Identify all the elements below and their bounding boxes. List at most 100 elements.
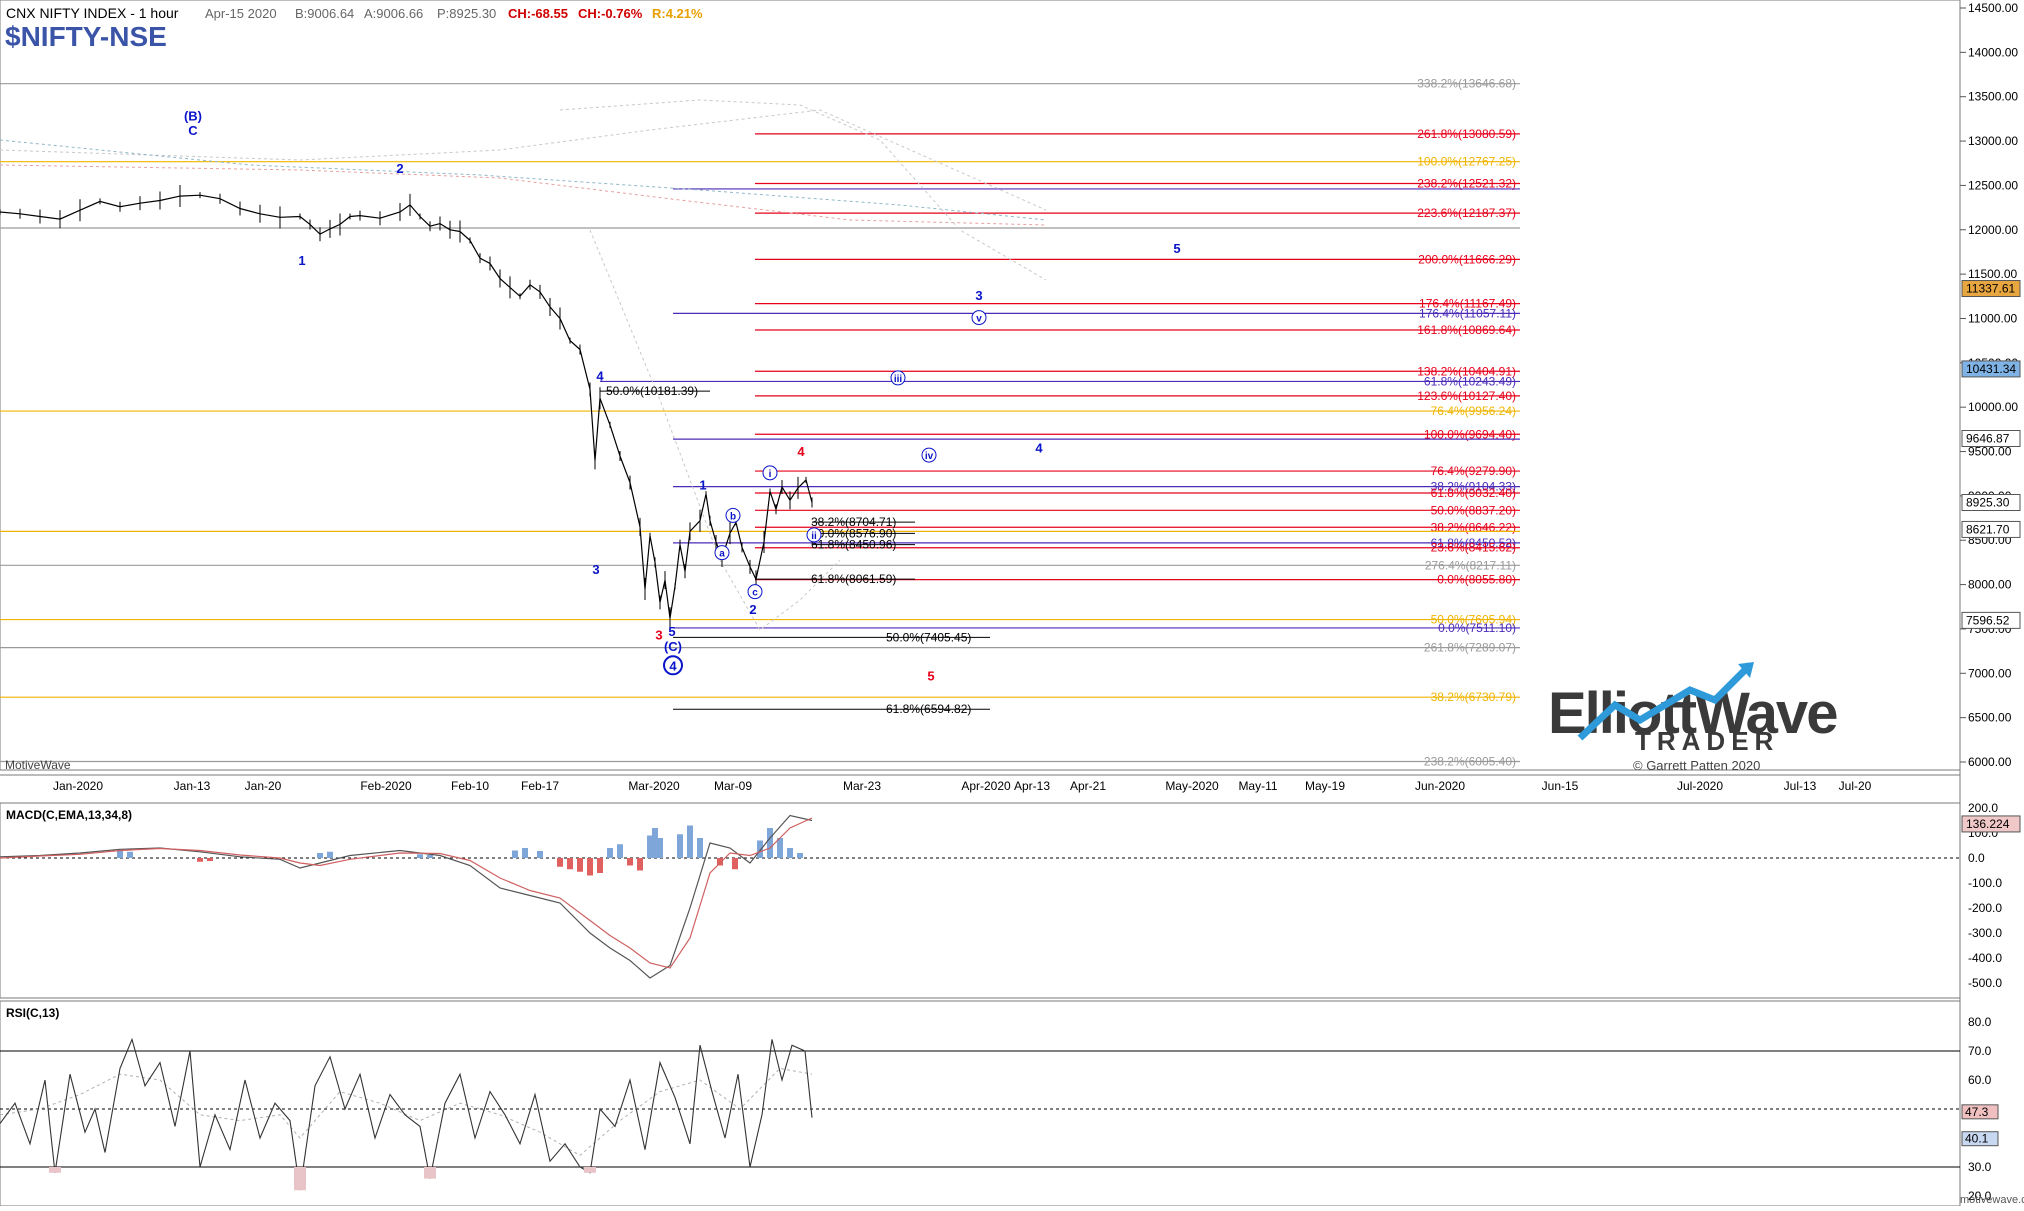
macd-histogram-bar xyxy=(617,844,623,858)
wave-label: 2 xyxy=(396,161,403,176)
chart-stage: 338.2%(13646.68) 261.8%(13080.59) 100.0%(1… xyxy=(0,0,2024,1207)
macd-value-label: 136.224 xyxy=(1966,817,2010,831)
wave-label: 3 xyxy=(975,288,982,303)
macd-histogram-bar xyxy=(767,828,773,858)
fib-level-label: 238.2%(6005.40) xyxy=(1424,755,1516,769)
wave-circle-label: i xyxy=(769,469,772,480)
macd-y-tick-label: -500.0 xyxy=(1968,976,2002,990)
symbol-name: $NIFTY-NSE xyxy=(5,21,167,52)
retrace-label: 50.0%(10181.39) xyxy=(606,384,698,398)
macd-histogram-bar xyxy=(427,855,433,858)
rsi-oversold-fill xyxy=(49,1167,61,1173)
fib-level-label: 61.8%(10243.49) xyxy=(1424,374,1516,388)
x-tick-label: May-11 xyxy=(1238,779,1277,793)
wave-circle-label: b xyxy=(730,511,736,522)
fib-level-label: 276.4%(8217.11) xyxy=(1425,558,1516,572)
wave-label: 4 xyxy=(596,369,604,384)
rsi-title: RSI(C,13) xyxy=(6,1006,59,1020)
macd-histogram-bar xyxy=(567,858,573,870)
rsi-value-label: 47.3 xyxy=(1965,1105,1989,1119)
fib-level-label: 76.4%(9279.90) xyxy=(1431,464,1516,478)
price-box-label: 8925.30 xyxy=(1966,496,2010,510)
wave-label: (B) xyxy=(184,109,202,124)
macd-histogram-bar xyxy=(777,838,783,858)
y-tick-label: 14000.00 xyxy=(1968,45,2018,59)
wave-label: 5 xyxy=(668,624,675,639)
wave-label: 1 xyxy=(298,253,305,268)
x-tick-label: May-19 xyxy=(1305,779,1345,793)
macd-histogram-bar xyxy=(597,858,603,873)
fib-level-label: 338.2%(13646.68) xyxy=(1417,77,1516,91)
y-tick-label: 13500.00 xyxy=(1968,90,2018,104)
fib-level-label: 61.8%(9032.40) xyxy=(1431,486,1516,500)
wave-label: 3 xyxy=(592,562,599,577)
macd-histogram-bar xyxy=(577,858,583,872)
fib-level-label: 38.2%(6730.79) xyxy=(1431,690,1516,704)
y-tick-label: 14500.00 xyxy=(1968,1,2018,15)
macd-histogram-bar xyxy=(127,851,133,858)
macd-histogram-bar xyxy=(522,848,528,858)
wave-label: 4 xyxy=(1035,440,1043,455)
macd-y-tick-label: -400.0 xyxy=(1968,951,2002,965)
macd-histogram-bar xyxy=(607,848,613,858)
wave-label: 5 xyxy=(927,668,934,683)
quote-ask: A:9006.66 xyxy=(364,6,423,21)
quote-change-pct: CH:-0.76% xyxy=(578,6,643,21)
y-tick-label: 12500.00 xyxy=(1968,178,2018,192)
rsi-y-tick-label: 70.0 xyxy=(1968,1044,1992,1058)
fib-level-label: 123.6%(10127.40) xyxy=(1417,389,1516,403)
price-box-label: 9646.87 xyxy=(1966,432,2010,446)
fib-level-label: 38.2%(8646.22) xyxy=(1431,520,1516,534)
y-tick-label: 11000.00 xyxy=(1968,311,2017,325)
quote-range: R:4.21% xyxy=(652,6,703,21)
fib-level-label: 23.6%(8415.62) xyxy=(1431,541,1516,555)
x-tick-label: Feb-17 xyxy=(521,779,559,793)
macd-y-tick-label: -200.0 xyxy=(1968,901,2002,915)
macd-histogram-bar xyxy=(317,853,323,858)
quote-bid: B:9006.64 xyxy=(295,6,354,21)
x-tick-label: Jul-13 xyxy=(1784,779,1817,793)
y-tick-label: 7000.00 xyxy=(1968,666,2012,680)
macd-histogram-bar xyxy=(787,848,793,858)
price-box-label: 11337.61 xyxy=(1966,282,2015,296)
wave-circle-label: ii xyxy=(811,531,817,542)
macd-histogram-bar xyxy=(732,858,738,870)
wave-circle-label: 4 xyxy=(669,658,677,673)
chart-background xyxy=(0,0,2024,1206)
x-tick-label: Mar-2020 xyxy=(628,779,680,793)
chart-title: CNX NIFTY INDEX - 1 hour xyxy=(6,5,179,21)
x-tick-label: Apr-13 xyxy=(1014,779,1050,793)
macd-histogram-bar xyxy=(557,858,563,867)
fib-level-label: 261.8%(13080.59) xyxy=(1417,127,1516,141)
x-tick-label: May-2020 xyxy=(1165,779,1219,793)
macd-y-tick-label: 200.0 xyxy=(1968,801,1998,815)
fib-level-label: 200.0%(11666.29) xyxy=(1418,252,1516,266)
price-box-label: 10431.34 xyxy=(1966,362,2016,376)
y-tick-label: 8000.00 xyxy=(1968,578,2012,592)
y-tick-label: 11500.00 xyxy=(1968,267,2017,281)
wave-label: (C) xyxy=(664,639,682,654)
y-tick-label: 13000.00 xyxy=(1968,134,2018,148)
y-tick-label: 12000.00 xyxy=(1968,223,2018,237)
wave-label: C xyxy=(188,123,198,138)
x-tick-label: Jan-20 xyxy=(245,779,282,793)
macd-histogram-bar xyxy=(697,838,703,858)
macd-histogram-bar xyxy=(757,840,763,858)
rsi-oversold-fill xyxy=(294,1167,306,1191)
y-tick-label: 6500.00 xyxy=(1968,711,2012,725)
fib-level-label: 100.0%(12767.25) xyxy=(1417,155,1516,169)
fib-level-label: 161.8%(10869.64) xyxy=(1417,323,1516,337)
fib-level-label: 0.0%(8055.80) xyxy=(1437,573,1516,587)
y-tick-label: 10000.00 xyxy=(1968,400,2018,414)
macd-histogram-bar xyxy=(657,838,663,858)
fib-level-label: 0.0%(7511.10) xyxy=(1438,621,1516,635)
watermark: MotiveWave xyxy=(5,758,71,772)
macd-histogram-bar xyxy=(197,858,203,862)
fib-level-label: 76.4%(9956.24) xyxy=(1431,404,1516,418)
macd-histogram-bar xyxy=(327,851,333,858)
y-tick-label: 6000.00 xyxy=(1968,755,2012,769)
wave-circle-label: iv xyxy=(925,451,934,462)
wave-label: 4 xyxy=(797,444,805,459)
macd-histogram-bar xyxy=(512,850,518,858)
x-tick-label: Jan-2020 xyxy=(53,779,103,793)
